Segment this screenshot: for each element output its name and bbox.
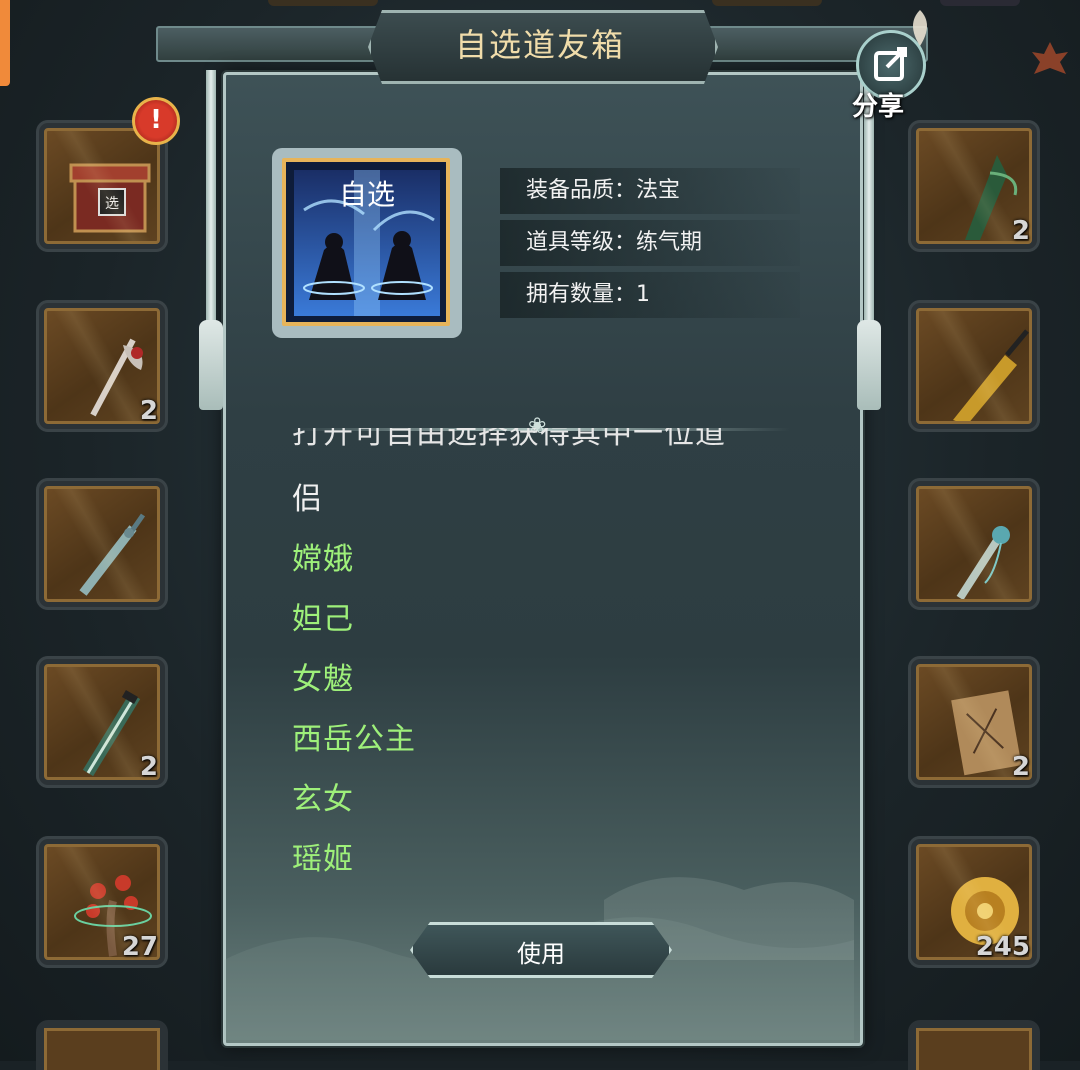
inventory-slot[interactable]: 245 (908, 836, 1040, 968)
option-item: 女魃 (292, 662, 354, 697)
inventory-slot[interactable] (908, 1020, 1040, 1070)
option-item: 妲己 (292, 602, 354, 637)
use-button-label[interactable]: 使用 (410, 934, 672, 969)
option-item: 西岳公主 (292, 722, 416, 757)
stat-value: 法宝 (636, 178, 681, 203)
inventory-slot[interactable]: 2 (908, 656, 1040, 788)
chest-icon: 选 (69, 163, 151, 233)
inventory-slot[interactable] (908, 300, 1040, 432)
description-text-clipped: 打开可自由选择获得其中一位道 (292, 428, 726, 451)
share-label[interactable]: 分享 (852, 86, 904, 123)
inventory-slot[interactable] (36, 478, 168, 610)
sword-icon (79, 513, 146, 596)
item-count: 2 (1011, 752, 1030, 782)
stat-label: 拥有数量： (526, 282, 637, 307)
item-count: 2 (139, 396, 158, 426)
side-tab[interactable] (0, 0, 10, 86)
inventory-slot[interactable]: 2 (908, 120, 1040, 252)
stat-value: 1 (636, 282, 651, 307)
gold-sword-icon (953, 329, 1029, 421)
stat-level: 道具等级：练气期 (500, 220, 800, 266)
stat-label: 装备品质： (526, 178, 637, 203)
description-scroll-area[interactable]: 打开可自由选择获得其中一位道 (292, 428, 772, 452)
stat-quantity: 拥有数量：1 (500, 272, 800, 318)
inventory-slot[interactable] (36, 1020, 168, 1070)
top-tab[interactable] (940, 0, 1020, 6)
inventory-slot[interactable]: 2 (36, 300, 168, 432)
hanging-rod (206, 70, 216, 330)
option-item: 玄女 (292, 782, 354, 817)
stat-quality: 装备品质：法宝 (500, 168, 800, 214)
item-count: 2 (1011, 216, 1030, 246)
svg-text:选: 选 (105, 196, 119, 212)
tassel-sword-icon (956, 525, 1010, 599)
dialog-title: 自选道友箱 (454, 26, 625, 64)
leaf-icon (913, 10, 927, 46)
inventory-slot[interactable]: 2 (36, 656, 168, 788)
maple-leaf-icon (1032, 42, 1068, 74)
option-item: 嫦娥 (292, 542, 354, 577)
inventory-slot[interactable]: 27 (36, 836, 168, 968)
companion-box-icon: 自选 (294, 170, 440, 316)
inventory-slot[interactable] (908, 478, 1040, 610)
description-text: 侣 (292, 482, 322, 517)
stat-value: 练气期 (636, 230, 703, 255)
tassel-ornament (857, 320, 881, 410)
tassel-ornament (199, 320, 223, 410)
item-count: 245 (975, 932, 1030, 962)
alert-badge: ! (132, 97, 180, 145)
item-count: 27 (121, 932, 158, 962)
top-tab[interactable] (712, 0, 822, 6)
item-art-text: 自选 (339, 178, 395, 211)
stat-label: 道具等级： (526, 230, 637, 255)
top-tab[interactable] (268, 0, 378, 6)
item-count: 2 (139, 752, 158, 782)
